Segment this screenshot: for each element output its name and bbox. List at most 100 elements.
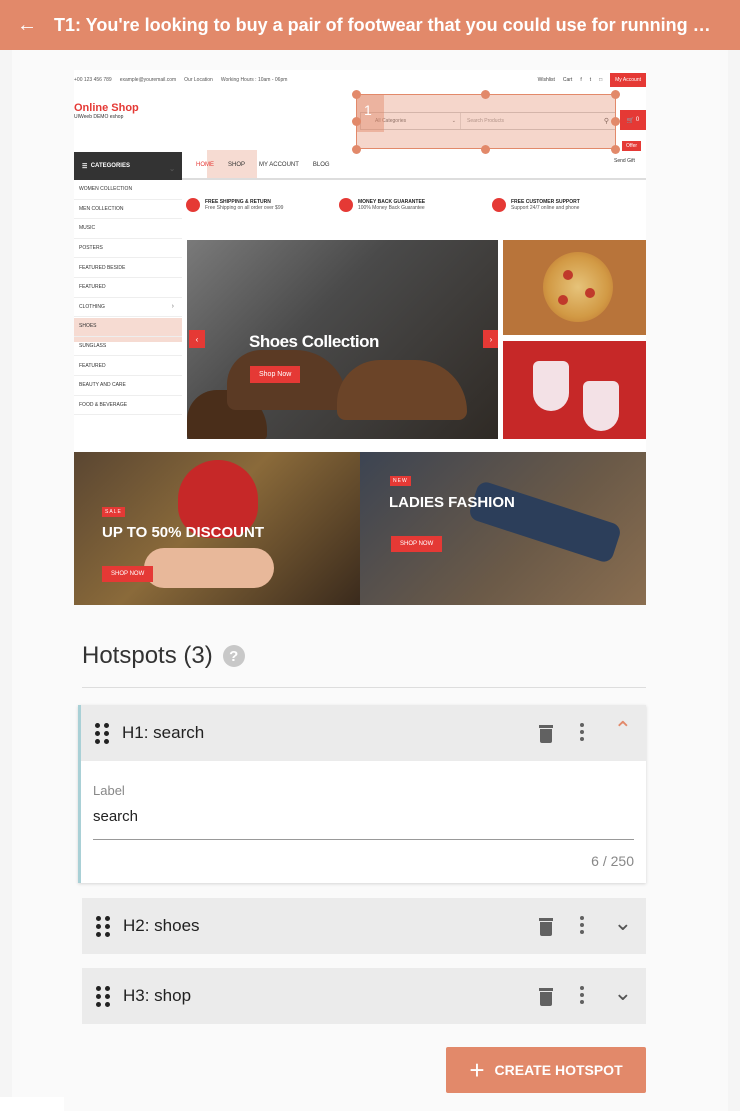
menu-blog[interactable]: BLOG [313, 162, 330, 168]
cart-count: 0 [635, 117, 640, 123]
more-vert-icon[interactable] [580, 986, 584, 1007]
category-item[interactable]: SUNGLASS [74, 337, 182, 357]
top-app-bar: ← T1: You're looking to buy a pair of fo… [0, 0, 740, 50]
resize-handle[interactable] [352, 117, 361, 126]
pizza-image[interactable] [503, 240, 646, 335]
back-arrow-icon[interactable]: ← [0, 14, 54, 37]
drinks-image[interactable] [503, 341, 646, 439]
resize-handle[interactable] [611, 117, 620, 126]
truck-icon [186, 198, 200, 212]
shop-logo[interactable]: Online Shop UIWeeb DEMO eshop [74, 102, 139, 120]
category-item[interactable]: BEAUTY AND CARE [74, 376, 182, 396]
facebook-icon[interactable]: f [580, 77, 581, 83]
category-list: WOMEN COLLECTION MEN COLLECTION MUSIC PO… [74, 180, 182, 416]
menu-my-account[interactable]: MY ACCOUNT [259, 162, 299, 168]
website-screenshot: +00 123 456 789 example@youremail.com Ou… [74, 70, 646, 605]
slider-prev-icon[interactable]: ‹ [189, 330, 205, 348]
category-item[interactable]: FEATURED [74, 356, 182, 376]
drag-handle-icon[interactable] [96, 986, 110, 1007]
category-item[interactable]: MEN COLLECTION [74, 200, 182, 220]
pizza-shape [543, 252, 613, 322]
my-account-button[interactable]: My Account [610, 73, 646, 87]
cart-link[interactable]: Cart [563, 77, 572, 83]
category-item[interactable]: FOOD & BEVERAGE [74, 396, 182, 416]
feature-subtitle: 100% Money Back Guarantee [358, 205, 425, 211]
categories-toggle[interactable]: ☰ CATEGORIES ⌄ [74, 152, 182, 180]
feature-money-back: MONEY BACK GUARANTEE 100% Money Back Guar… [339, 198, 492, 212]
input-underline [93, 839, 634, 840]
chevron-down-icon[interactable]: ⌄ [614, 982, 632, 1004]
drag-handle-icon[interactable] [95, 723, 109, 744]
hotspot-name: H1: search [122, 723, 205, 742]
banner-shop-now-button[interactable]: SHOP NOW [391, 536, 443, 552]
hotspots-heading: Hotspots (3) ? [82, 642, 245, 670]
category-item[interactable]: MUSIC [74, 219, 182, 239]
create-hotspot-label: CREATE HOTSPOT [494, 1062, 623, 1078]
delete-icon[interactable] [539, 988, 553, 1006]
help-icon[interactable]: ? [222, 645, 245, 667]
drag-handle-icon[interactable] [96, 916, 110, 937]
hotspot-card-header[interactable]: H3: shop ⌄ [82, 968, 646, 1024]
category-item-clothing[interactable]: CLOTHING › [74, 298, 182, 318]
feature-subtitle: Support 24/7 online and phone [511, 205, 580, 211]
wishlist-link[interactable]: Wishlist [538, 77, 555, 83]
label-input[interactable]: search [93, 808, 138, 825]
delete-icon[interactable] [539, 918, 553, 936]
logo-title: Online Shop [74, 102, 139, 114]
hero-slider[interactable]: Shoes Collection Shop Now ‹ › [187, 240, 498, 439]
new-tag: NEW [390, 476, 411, 486]
more-vert-icon[interactable] [580, 723, 584, 744]
shop-now-button[interactable]: Shop Now [250, 366, 301, 383]
twitter-icon[interactable]: t [590, 77, 591, 83]
ladies-fashion-banner[interactable]: NEW LADIES FASHION SHOP NOW [360, 452, 646, 605]
utility-links: Wishlist Cart f t □ My Account [530, 73, 646, 87]
money-icon [339, 198, 353, 212]
location-text: Our Location [184, 77, 213, 83]
chevron-down-icon[interactable]: ⌄ [614, 912, 632, 934]
banner-shop-now-button[interactable]: SHOP NOW [102, 566, 154, 582]
model-image [467, 479, 623, 565]
resize-handle[interactable] [352, 90, 361, 99]
character-counter: 6 / 250 [591, 853, 634, 869]
offer-badge[interactable]: Offer [622, 141, 642, 151]
delete-icon[interactable] [539, 725, 553, 743]
chevron-up-icon[interactable]: ⌃ [614, 719, 632, 741]
menu-shop[interactable]: SHOP [228, 162, 245, 168]
category-item[interactable]: FEATURED [74, 278, 182, 298]
banner-title: UP TO 50% DISCOUNT [102, 524, 264, 541]
cart-button[interactable]: 🛒 0 [620, 110, 646, 130]
hotspot-card-header[interactable]: H1: search ⌃ [81, 705, 646, 761]
main-menu: HOME SHOP MY ACCOUNT BLOG [182, 152, 646, 180]
category-item-shoes[interactable]: SHOES [74, 317, 182, 337]
sale-banner[interactable]: SALE UP TO 50% DISCOUNT SHOP NOW [74, 452, 360, 605]
hotspot-1-region[interactable] [356, 94, 616, 149]
chevron-down-icon: ⌄ [169, 166, 175, 173]
category-item[interactable]: POSTERS [74, 239, 182, 259]
sale-tag: SALE [102, 507, 125, 517]
menu-home[interactable]: HOME [196, 162, 214, 168]
category-item[interactable]: FEATURED BESIDE [74, 258, 182, 278]
shoe-image [337, 360, 467, 420]
instagram-icon[interactable]: □ [599, 77, 602, 83]
banner-title: LADIES FASHION [389, 494, 515, 511]
resize-handle[interactable] [611, 90, 620, 99]
more-vert-icon[interactable] [580, 916, 584, 937]
hotspot-1-number: 1 [356, 94, 384, 132]
features-row: FREE SHIPPING & RETURN Free Shipping on a… [186, 198, 646, 212]
category-item[interactable]: WOMEN COLLECTION [74, 180, 182, 200]
hotspot-card-h3: H3: shop ⌄ [82, 968, 646, 1024]
feature-support: FREE CUSTOMER SUPPORT Support 24/7 online… [492, 198, 645, 212]
slider-next-icon[interactable]: › [483, 330, 498, 348]
topping [563, 270, 573, 280]
topping [585, 288, 595, 298]
hand-image [144, 548, 274, 588]
hotspot-name: H2: shoes [123, 916, 200, 935]
resize-handle[interactable] [481, 90, 490, 99]
create-hotspot-button[interactable]: + CREATE HOTSPOT [446, 1047, 646, 1093]
categories-label: CATEGORIES [90, 163, 130, 169]
category-item-label: CLOTHING [79, 303, 105, 310]
chevron-right-icon: › [171, 303, 174, 311]
phone-text: +00 123 456 789 [74, 77, 112, 83]
hours-text: Working Hours : 10am - 06pm [220, 77, 288, 83]
hotspot-card-header[interactable]: H2: shoes ⌄ [82, 898, 646, 954]
